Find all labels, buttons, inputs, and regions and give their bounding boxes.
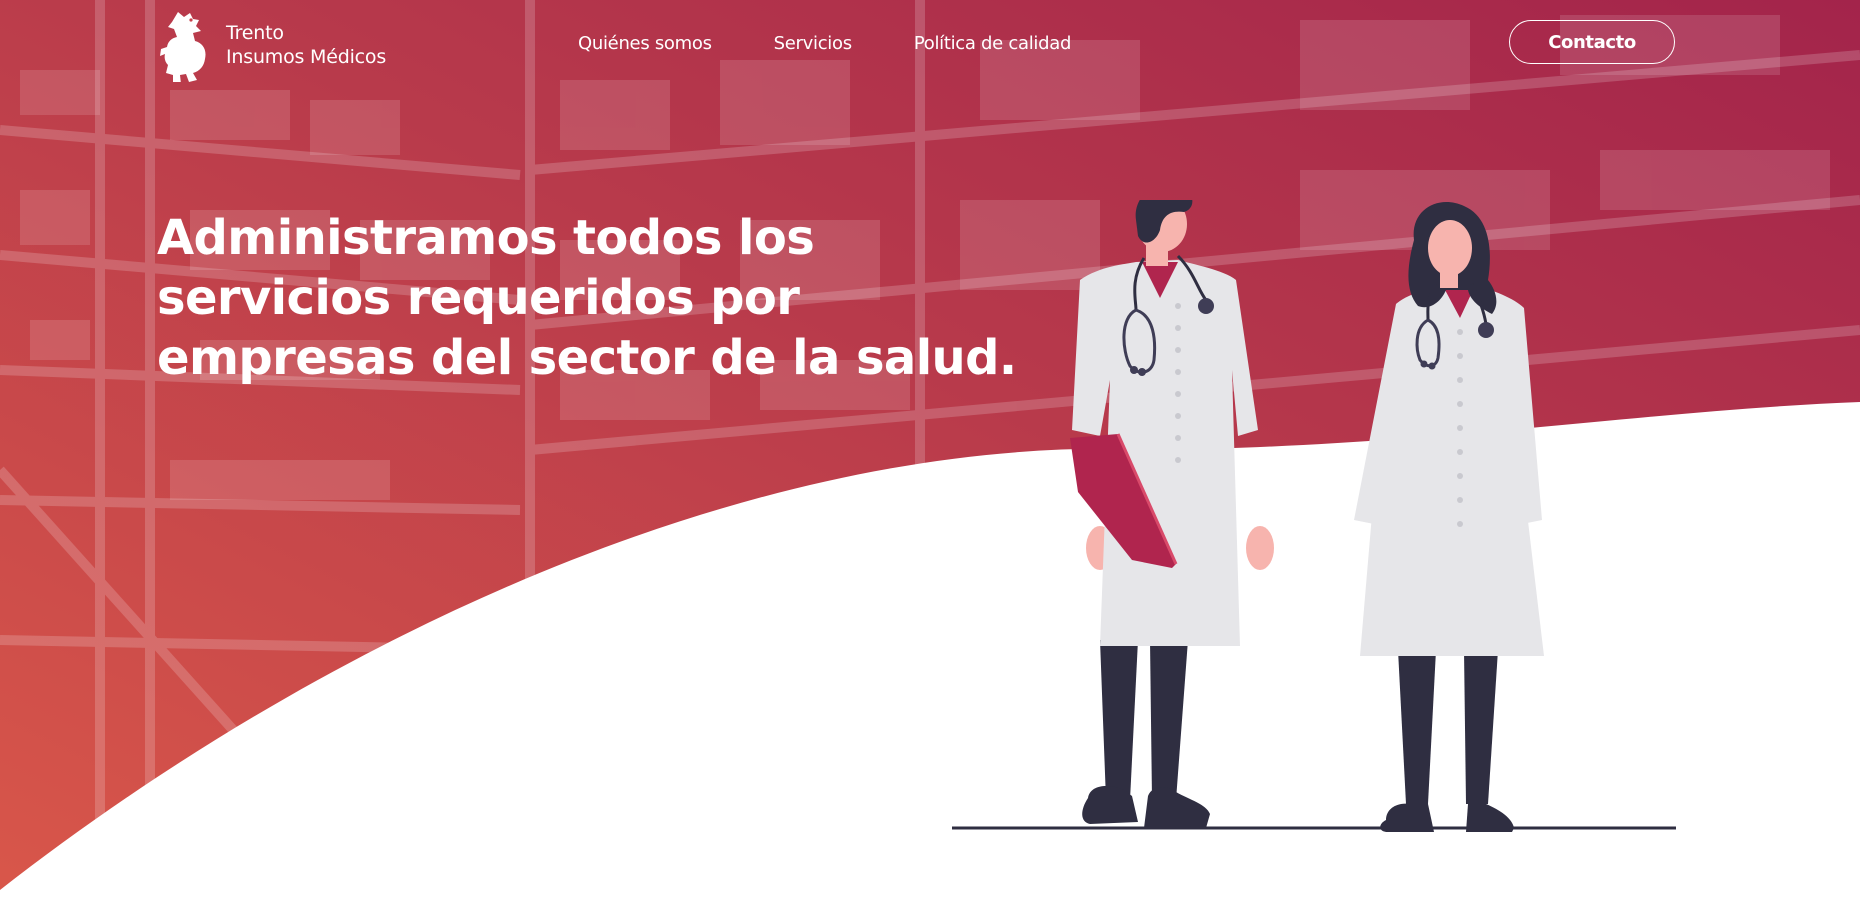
hero-headline-line1: Administramos todos los [157,210,815,266]
hero-headline: Administramos todos los servicios requer… [157,208,1017,388]
brand-name: Trento Insumos Médicos [226,21,386,69]
nav-link-quienes-somos[interactable]: Quiénes somos [578,33,712,54]
brand-name-line1: Trento [226,22,284,44]
nav-link-politica-calidad[interactable]: Política de calidad [914,33,1072,54]
male-doctor-figure [1070,200,1274,828]
hero-headline-line2: servicios requeridos por [157,270,800,326]
hero-headline-line3: empresas del sector de la salud. [157,330,1017,386]
main-nav: Quiénes somos Servicios Política de cali… [578,33,1071,54]
two-doctors-illustration [952,200,1676,832]
rampant-lion-icon [160,12,206,82]
brand-logo[interactable]: Trento Insumos Médicos [156,8,386,82]
site-header: Trento Insumos Médicos Quiénes somos Ser… [0,0,1860,90]
nav-link-servicios[interactable]: Servicios [774,33,852,54]
female-doctor-figure [1354,201,1544,832]
contact-button[interactable]: Contacto [1509,20,1675,64]
brand-name-line2: Insumos Médicos [226,46,387,68]
